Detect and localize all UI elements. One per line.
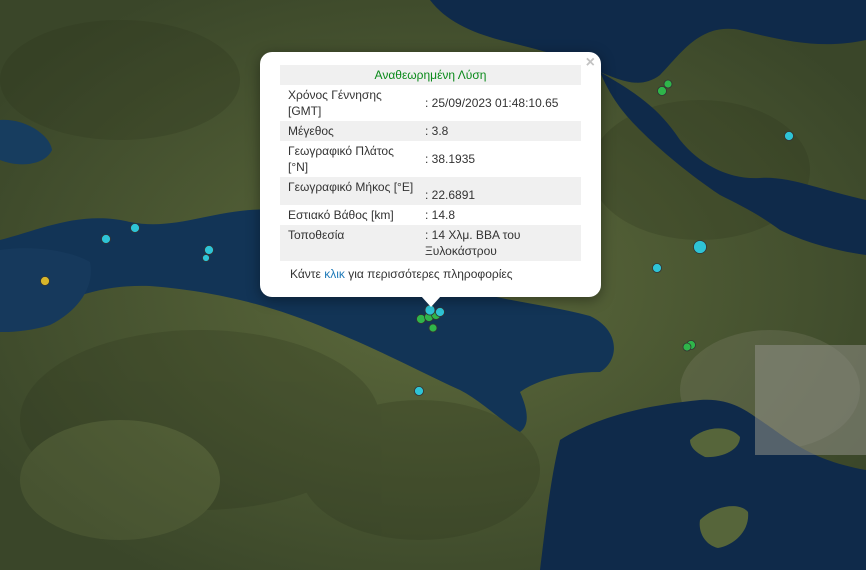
latitude-value: : 38.1935 [425,152,476,166]
magnitude-value: : 3.8 [423,121,581,141]
popup-title: Αναθεωρημένη Λύση [280,65,581,85]
marker-green[interactable] [428,323,438,333]
marker-cyan[interactable] [652,263,662,273]
table-row: Μέγεθος : 3.8 [280,121,581,141]
popup-title-row: Αναθεωρημένη Λύση [280,65,581,85]
latitude-label: Γεωγραφικό Πλάτος [°N] [288,144,394,174]
more-info-suffix: για περισσότερες πληροφορίες [344,267,513,281]
marker-cyan[interactable] [204,245,214,255]
more-info-prefix: Κάντε [290,267,325,281]
marker-green[interactable] [657,86,667,96]
depth-label: Εστιακό Βάθος [km] [288,208,394,222]
depth-value: : 14.8 [425,208,456,222]
longitude-label: Γεωγραφικό Μήκος [°E] [280,177,423,205]
table-row: Τοποθεσία : 14 Χλμ. ΒΒΑ του Ξυλοκάστρου [280,225,581,261]
marker-green[interactable] [682,342,692,352]
marker-cyan[interactable] [202,254,210,262]
more-info-link[interactable]: κλικ [324,267,345,281]
table-row: Εστιακό Βάθος [km] : 14.8 [280,205,581,225]
table-row: Γεωγραφικό Μήκος [°E] : 22.6891 [280,177,581,205]
marker-cyan[interactable] [693,240,707,254]
popup-tip [421,296,441,307]
marker-cyan[interactable] [784,131,794,141]
origin-time-label: Χρόνος Γέννησης [GMT] [288,88,382,118]
marker-yellow[interactable] [40,276,50,286]
marker-cyan[interactable] [435,307,445,317]
info-table: Αναθεωρημένη Λύση Χρόνος Γέννησης [GMT] … [280,65,581,261]
marker-green[interactable] [416,314,426,324]
marker-cyan[interactable] [130,223,140,233]
longitude-value: : 22.6891 [423,177,581,205]
close-icon[interactable]: × [586,55,595,71]
magnitude-label: Μέγεθος [280,121,423,141]
location-value: : 14 Χλμ. ΒΒΑ του Ξυλοκάστρου [423,225,581,261]
marker-cyan[interactable] [101,234,111,244]
more-info-text: Κάντε κλικ για περισσότερες πληροφορίες [290,267,513,281]
marker-green[interactable] [663,79,673,89]
earthquake-info-popup: × Αναθεωρημένη Λύση Χρόνος Γέννησης [GMT… [260,52,601,297]
table-row: Χρόνος Γέννησης [GMT] : 25/09/2023 01:48… [280,85,581,121]
location-label: Τοποθεσία [280,225,423,261]
origin-time-value: : 25/09/2023 01:48:10.65 [425,96,559,110]
urban-area [755,345,866,455]
marker-cyan[interactable] [414,386,424,396]
table-row: Γεωγραφικό Πλάτος [°N] : 38.1935 [280,141,581,177]
